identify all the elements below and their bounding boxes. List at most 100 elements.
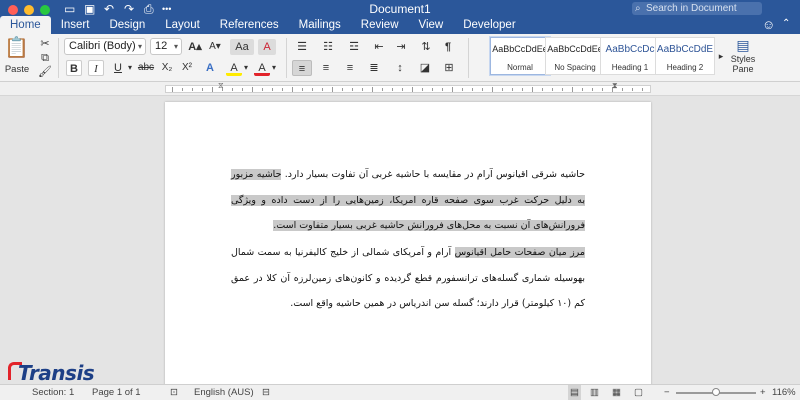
ruler-tick [412,87,413,92]
ruler-tick [542,88,543,91]
ruler-tick [562,88,563,91]
superscript-button[interactable]: X² [178,60,196,76]
print-icon[interactable]: ⎙ [144,2,154,16]
tab-insert[interactable]: Insert [51,16,100,34]
grow-font-button[interactable]: A▴ [186,39,204,55]
ruler-track [165,85,651,93]
ruler-tick [332,87,333,92]
text-effects-button[interactable]: A [202,60,218,76]
indent-marker[interactable]: ⧗ [612,82,618,90]
format-painter-icon[interactable]: 🖌 [38,64,52,80]
change-case-button[interactable]: Aa [230,39,254,55]
track-changes-icon[interactable]: ⊟ [262,385,270,400]
transis-logo: Transis [8,358,108,400]
focus-mode-icon[interactable]: ▢ [634,385,643,400]
ruler-tick [322,88,323,91]
bold-button[interactable]: B [66,60,82,76]
chevron-right-icon[interactable]: ▸ [716,48,726,64]
feedback-smiley-icon[interactable]: ☺ [762,17,775,32]
indent-marker[interactable]: ⧖ [218,82,224,90]
zoom-in-button[interactable]: + [760,385,766,400]
tab-view[interactable]: View [409,16,454,34]
borders-icon[interactable]: ⊞ [440,60,458,76]
title-bar: ▭ ▣ ↶ ↷ ⎙ ••• Document1 ⌕ Search in Docu… [0,0,800,34]
ribbon-home: 📋 Paste ✂ ⧉ 🖌 Calibri (Body) ▾ 12 ▾ A▴ A… [0,34,800,82]
horizontal-ruler[interactable]: ⧖ ⧗ [0,82,800,96]
styles-pane-label[interactable]: Styles [726,54,760,64]
style-heading-2[interactable]: AaBbCcDdE Heading 2 [655,37,715,75]
align-right-icon[interactable]: ≡ [340,60,360,76]
search-input[interactable]: ⌕ Search in Document [632,2,762,15]
print-layout-icon[interactable]: ▤ [568,385,581,400]
zoom-out-button[interactable]: − [664,385,670,400]
tab-developer[interactable]: Developer [453,16,525,34]
font-size-select[interactable]: 12 ▾ [150,38,182,55]
line-spacing-icon[interactable]: ↕ [390,60,410,76]
font-name-select[interactable]: Calibri (Body) ▾ [64,38,146,55]
style-normal[interactable]: AaBbCcDdEe Normal [490,37,550,75]
read-mode-icon[interactable]: ▦ [612,385,621,400]
style-heading-1[interactable]: AaBbCcDc Heading 1 [600,37,660,75]
chevron-down-icon[interactable]: ▾ [242,60,250,76]
styles-pane-label[interactable]: Pane [726,64,760,74]
tab-layout[interactable]: Layout [155,16,210,34]
styles-pane-icon[interactable]: ▤ [734,36,752,54]
align-left-icon[interactable]: ≡ [292,60,312,76]
undo-icon[interactable]: ↶ [104,2,114,16]
sidebar-icon[interactable]: ▭ [64,2,75,16]
bullets-icon[interactable]: ☰ [292,39,312,55]
shrink-font-button[interactable]: A▾ [206,39,224,55]
font-color-button[interactable]: A [254,60,270,76]
highlight-color-button[interactable]: A [226,60,242,76]
numbering-icon[interactable]: ☷ [318,39,338,55]
ruler-tick [602,88,603,91]
ruler-tick [272,88,273,91]
increase-indent-icon[interactable]: ⇥ [392,39,410,55]
chevron-down-icon[interactable]: ▾ [126,60,134,76]
tab-home[interactable]: Home [0,16,51,34]
sort-icon[interactable]: ⇅ [418,39,434,55]
paragraph-1[interactable]: حاشیه شرقی اقیانوس آرام در مقایسه با حاش… [231,162,585,239]
ruler-tick [452,87,453,92]
align-center-icon[interactable]: ≡ [316,60,336,76]
zoom-level[interactable]: 116% [772,385,796,400]
show-formatting-icon[interactable]: ¶ [440,39,456,55]
more-icon[interactable]: ••• [162,2,171,16]
close-window-button[interactable] [8,5,18,15]
shading-icon[interactable]: ◪ [416,60,434,76]
underline-button[interactable]: U [110,60,126,76]
multilevel-list-icon[interactable]: ☲ [344,39,364,55]
clear-formatting-button[interactable]: A [258,39,276,55]
ruler-tick [422,88,423,91]
zoom-window-button[interactable] [40,5,50,15]
style-no-spacing[interactable]: AaBbCcDdEe No Spacing [545,37,605,75]
tab-design[interactable]: Design [99,16,155,34]
decrease-indent-icon[interactable]: ⇤ [370,39,388,55]
strikethrough-button[interactable]: abc [136,60,156,76]
web-layout-icon[interactable]: ▥ [590,385,599,400]
proofing-icon[interactable]: ⊡ [170,385,178,400]
paste-clipboard-icon[interactable]: 📋 [4,36,29,60]
save-icon[interactable]: ▣ [84,2,95,16]
paste-button[interactable]: Paste [2,62,32,78]
minimize-window-button[interactable] [24,5,34,15]
collapse-ribbon-icon[interactable]: ⌃ [782,18,790,29]
ruler-tick [442,88,443,91]
justify-icon[interactable]: ≣ [364,60,384,76]
style-sample: AaBbCcDdEe [492,44,548,54]
ruler-tick [172,87,173,92]
zoom-slider-handle[interactable] [712,388,720,396]
ruler-tick [572,87,573,92]
italic-button[interactable]: I [88,60,104,76]
tab-mailings[interactable]: Mailings [289,16,351,34]
tab-references[interactable]: References [210,16,289,34]
ruler-tick [472,88,473,91]
document-page[interactable]: حاشیه شرقی اقیانوس آرام در مقایسه با حاش… [165,102,651,392]
chevron-down-icon[interactable]: ▾ [270,60,278,76]
paragraph-2[interactable]: مرز میان صفحات حامل اقیانوس آرام و آمریک… [231,240,586,317]
ruler-tick [522,88,523,91]
tab-review[interactable]: Review [351,16,409,34]
subscript-button[interactable]: X₂ [158,60,176,76]
language-indicator[interactable]: English (AUS) [194,385,254,400]
redo-icon[interactable]: ↷ [124,2,134,16]
